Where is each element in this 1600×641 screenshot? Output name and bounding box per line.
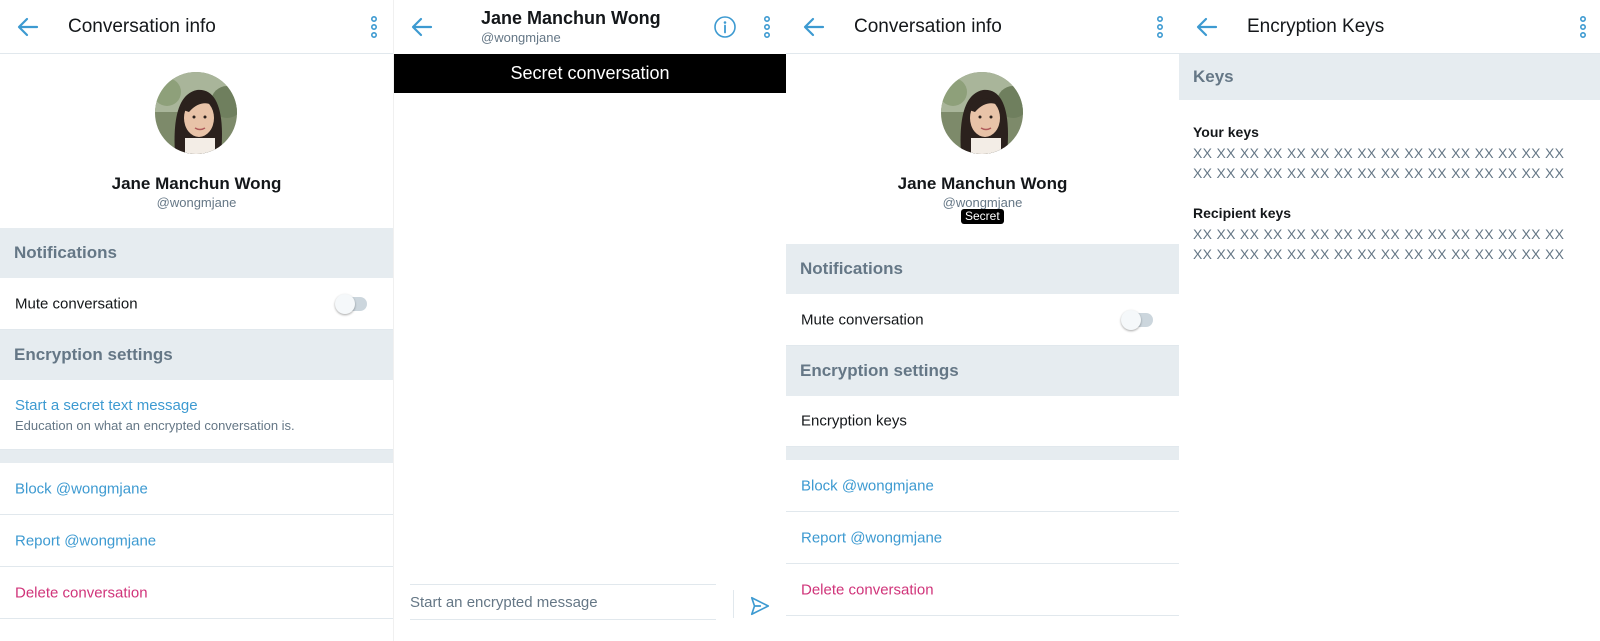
conversation-name: Jane Manchun Wong [481, 8, 661, 28]
secret-conversation-banner: Secret conversation [394, 54, 786, 93]
page-title: Conversation info [854, 16, 1002, 37]
avatar [941, 72, 1023, 154]
conversation-info-secret-panel: Conversation info Jane Manchun Wong @won… [786, 0, 1179, 641]
more-vertical-icon[interactable] [1155, 15, 1165, 39]
secret-message-description: Education on what an encrypted conversat… [15, 418, 295, 433]
conversation-info-panel: Conversation info Jane Manchun Wong @won… [0, 0, 393, 641]
keys-section: Keys [1179, 54, 1600, 100]
mute-toggle[interactable] [335, 293, 367, 314]
profile-name: Jane Manchun Wong [111, 174, 282, 193]
back-arrow-icon[interactable] [16, 15, 40, 39]
mute-label: Mute conversation [15, 295, 138, 312]
section-title: Encryption settings [800, 361, 959, 380]
page-title: Encryption Keys [1247, 16, 1385, 37]
section-title: Keys [1193, 67, 1234, 86]
block-row[interactable]: Block @wongmjane [786, 460, 1179, 512]
block-link[interactable]: Block @wongmjane [15, 480, 148, 497]
divider [0, 450, 393, 463]
compose-box[interactable] [410, 584, 716, 620]
header: Conversation info [786, 0, 1179, 54]
report-row[interactable]: Report @wongmjane [786, 512, 1179, 564]
conversation-handle: @wongmjane [481, 30, 561, 45]
delete-conversation-link[interactable]: Delete conversation [15, 584, 148, 601]
block-row[interactable]: Block @wongmjane [0, 463, 393, 515]
section-title: Notifications [800, 259, 903, 278]
profile-name: Jane Manchun Wong [897, 174, 1068, 193]
secret-conversation-panel: Jane Manchun Wong @wongmjane Secret conv… [393, 0, 786, 641]
page-title: Conversation info [68, 16, 216, 37]
header: Conversation info [0, 0, 393, 54]
notifications-section: Notifications [786, 244, 1179, 294]
encryption-section: Encryption settings [786, 346, 1179, 396]
report-link[interactable]: Report @wongmjane [15, 532, 156, 549]
send-icon[interactable] [749, 595, 771, 617]
report-row[interactable]: Report @wongmjane [0, 515, 393, 567]
section-title: Notifications [14, 243, 117, 262]
back-arrow-icon[interactable] [802, 15, 826, 39]
profile-handle: @wongmjane [942, 195, 1023, 210]
mute-label: Mute conversation [801, 311, 924, 328]
divider [786, 447, 1179, 460]
info-icon[interactable] [713, 15, 737, 39]
delete-conversation-link[interactable]: Delete conversation [801, 581, 934, 598]
your-keys-value: XX XX XX XX XX XX XX XX XX XX XX XX XX X… [1193, 165, 1565, 181]
encryption-keys-link[interactable]: Encryption keys [801, 413, 907, 430]
block-link[interactable]: Block @wongmjane [801, 477, 934, 494]
more-vertical-icon[interactable] [1578, 15, 1588, 39]
encryption-keys-panel: Encryption Keys Keys Your keys XX XX XX … [1179, 0, 1600, 641]
your-keys-label: Your keys [1193, 124, 1259, 140]
notifications-section: Notifications [0, 228, 393, 278]
delete-row[interactable]: Delete conversation [786, 564, 1179, 616]
mute-conversation-row[interactable]: Mute conversation [786, 294, 1179, 346]
header: Encryption Keys [1179, 0, 1600, 54]
secret-badge: Secret [961, 209, 1004, 224]
profile-handle: @wongmjane [156, 195, 237, 210]
more-vertical-icon[interactable] [762, 15, 772, 39]
recipient-keys-value: XX XX XX XX XX XX XX XX XX XX XX XX XX X… [1193, 226, 1565, 242]
more-vertical-icon[interactable] [369, 15, 379, 39]
avatar [155, 72, 237, 154]
message-input[interactable] [410, 585, 716, 619]
recipient-keys-label: Recipient keys [1193, 205, 1292, 221]
section-title: Encryption settings [14, 345, 173, 364]
back-arrow-icon[interactable] [410, 15, 434, 39]
delete-row[interactable]: Delete conversation [0, 567, 393, 619]
your-keys-value: XX XX XX XX XX XX XX XX XX XX XX XX XX X… [1193, 145, 1565, 161]
encryption-keys-row[interactable]: Encryption keys [786, 396, 1179, 447]
header: Jane Manchun Wong @wongmjane [394, 0, 786, 54]
encryption-section: Encryption settings [0, 330, 393, 380]
back-arrow-icon[interactable] [1195, 15, 1219, 39]
mute-conversation-row[interactable]: Mute conversation [0, 278, 393, 330]
mute-toggle[interactable] [1121, 309, 1153, 330]
recipient-keys-value: XX XX XX XX XX XX XX XX XX XX XX XX XX X… [1193, 246, 1565, 262]
start-secret-message-row[interactable]: Start a secret text message Education on… [0, 380, 393, 450]
report-link[interactable]: Report @wongmjane [801, 529, 942, 546]
divider [733, 590, 734, 618]
start-secret-message-link[interactable]: Start a secret text message [15, 397, 198, 414]
